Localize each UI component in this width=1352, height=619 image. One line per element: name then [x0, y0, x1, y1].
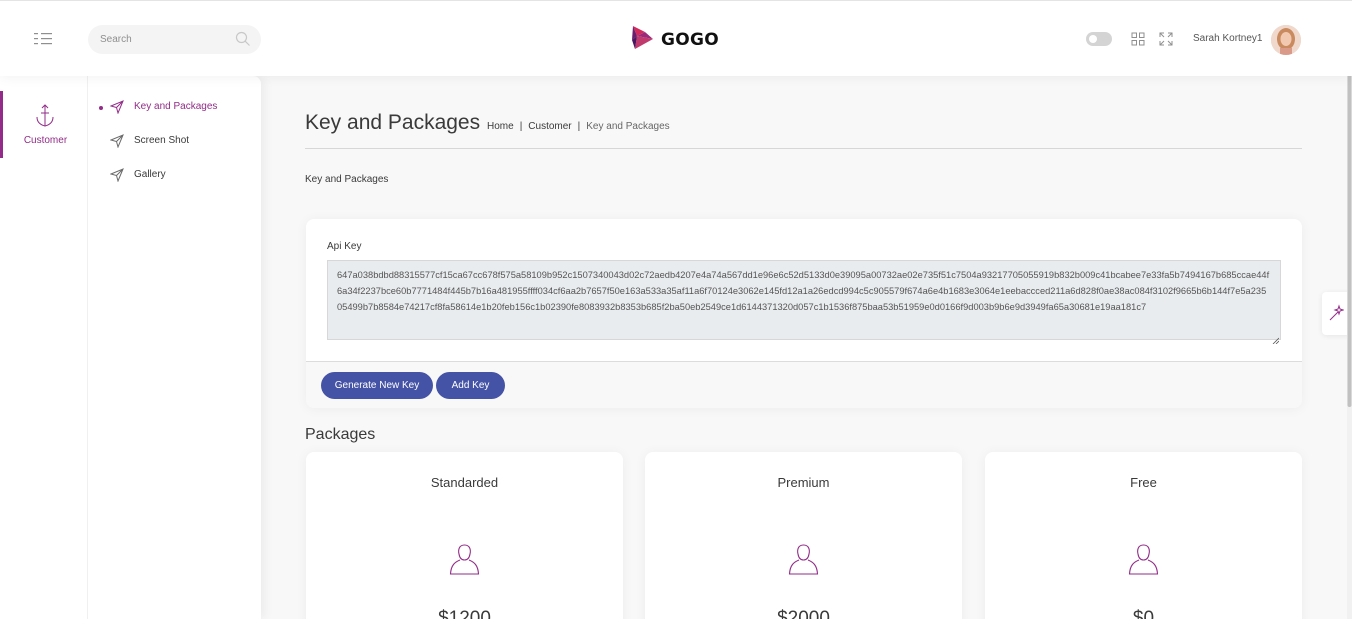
generate-new-key-button[interactable]: Generate New Key: [321, 372, 433, 399]
paper-plane-icon: [109, 134, 124, 149]
title-divider: [305, 148, 1302, 149]
top-navbar: GOGO Sarah Kortney1: [0, 0, 1352, 76]
anchor-icon: [35, 104, 55, 128]
logo[interactable]: GOGO: [631, 25, 720, 56]
breadcrumb-separator: |: [577, 121, 581, 132]
package-price: $2000: [777, 608, 830, 619]
avatar[interactable]: [1271, 25, 1301, 55]
user-icon: [1128, 543, 1159, 576]
add-key-button[interactable]: Add Key: [436, 372, 505, 399]
breadcrumb-customer[interactable]: Customer: [528, 121, 571, 132]
theme-toggle[interactable]: [1086, 32, 1112, 46]
sub-menu-item-label: Gallery: [134, 169, 166, 180]
logo-mark-icon: [631, 25, 655, 56]
sub-menu-item-key-and-packages[interactable]: Key and Packages: [88, 97, 261, 117]
main-menu-item-customer[interactable]: Customer: [0, 91, 88, 158]
api-key-card: Api Key 647a038bdbd88315577cf15ca67cc678…: [306, 219, 1302, 408]
search-input[interactable]: [100, 32, 230, 46]
package-price: $0: [1132, 608, 1155, 619]
logo-text: GOGO: [661, 30, 720, 50]
sub-menu-item-label: Screen Shot: [134, 135, 190, 146]
paper-plane-icon: [109, 100, 124, 115]
package-name: Free: [1130, 475, 1157, 490]
scrollbar[interactable]: [1347, 0, 1352, 619]
sub-menu-item-label: Key and Packages: [134, 101, 218, 112]
package-card-standard[interactable]: Standarded $1200: [306, 452, 623, 619]
resize-grip-icon[interactable]: [1272, 331, 1280, 345]
package-price: $1200: [438, 608, 491, 619]
toggle-knob: [1089, 35, 1097, 43]
main-menu-item-label: Customer: [23, 135, 68, 146]
user-icon: [449, 543, 480, 576]
breadcrumb-current: Key and Packages: [586, 121, 670, 132]
menu-toggle-icon[interactable]: [34, 32, 54, 46]
paper-plane-icon: [109, 168, 124, 183]
api-key-label: Api Key: [327, 241, 362, 252]
search-box: [88, 25, 261, 54]
user-icon: [788, 543, 819, 576]
package-card-free[interactable]: Free $0: [985, 452, 1302, 619]
active-dot: [99, 106, 103, 110]
fullscreen-icon[interactable]: [1159, 32, 1173, 46]
api-key-footer: Generate New Key Add Key: [306, 361, 1302, 408]
package-name: Premium: [777, 475, 830, 490]
page-title: Key and Packages: [305, 111, 481, 134]
breadcrumb: Home | Customer | Key and Packages: [487, 121, 670, 132]
search-icon[interactable]: [235, 31, 251, 47]
main-menu: Customer: [0, 76, 88, 619]
package-name: Standarded: [430, 475, 499, 490]
apps-grid-icon[interactable]: [1131, 32, 1145, 46]
section-label: Key and Packages: [305, 174, 389, 185]
user-name[interactable]: Sarah Kortney1: [1193, 33, 1263, 44]
sub-menu: Key and Packages Screen Shot Gallery: [88, 76, 261, 619]
sub-menu-item-screen-shot[interactable]: Screen Shot: [88, 131, 261, 151]
breadcrumb-separator: |: [519, 121, 523, 132]
sub-menu-item-gallery[interactable]: Gallery: [88, 165, 261, 185]
breadcrumb-home[interactable]: Home: [487, 121, 514, 132]
package-card-premium[interactable]: Premium $2000: [645, 452, 962, 619]
api-key-textarea[interactable]: 647a038bdbd88315577cf15ca67cc678f575a581…: [327, 260, 1281, 340]
packages-title: Packages: [305, 426, 376, 443]
